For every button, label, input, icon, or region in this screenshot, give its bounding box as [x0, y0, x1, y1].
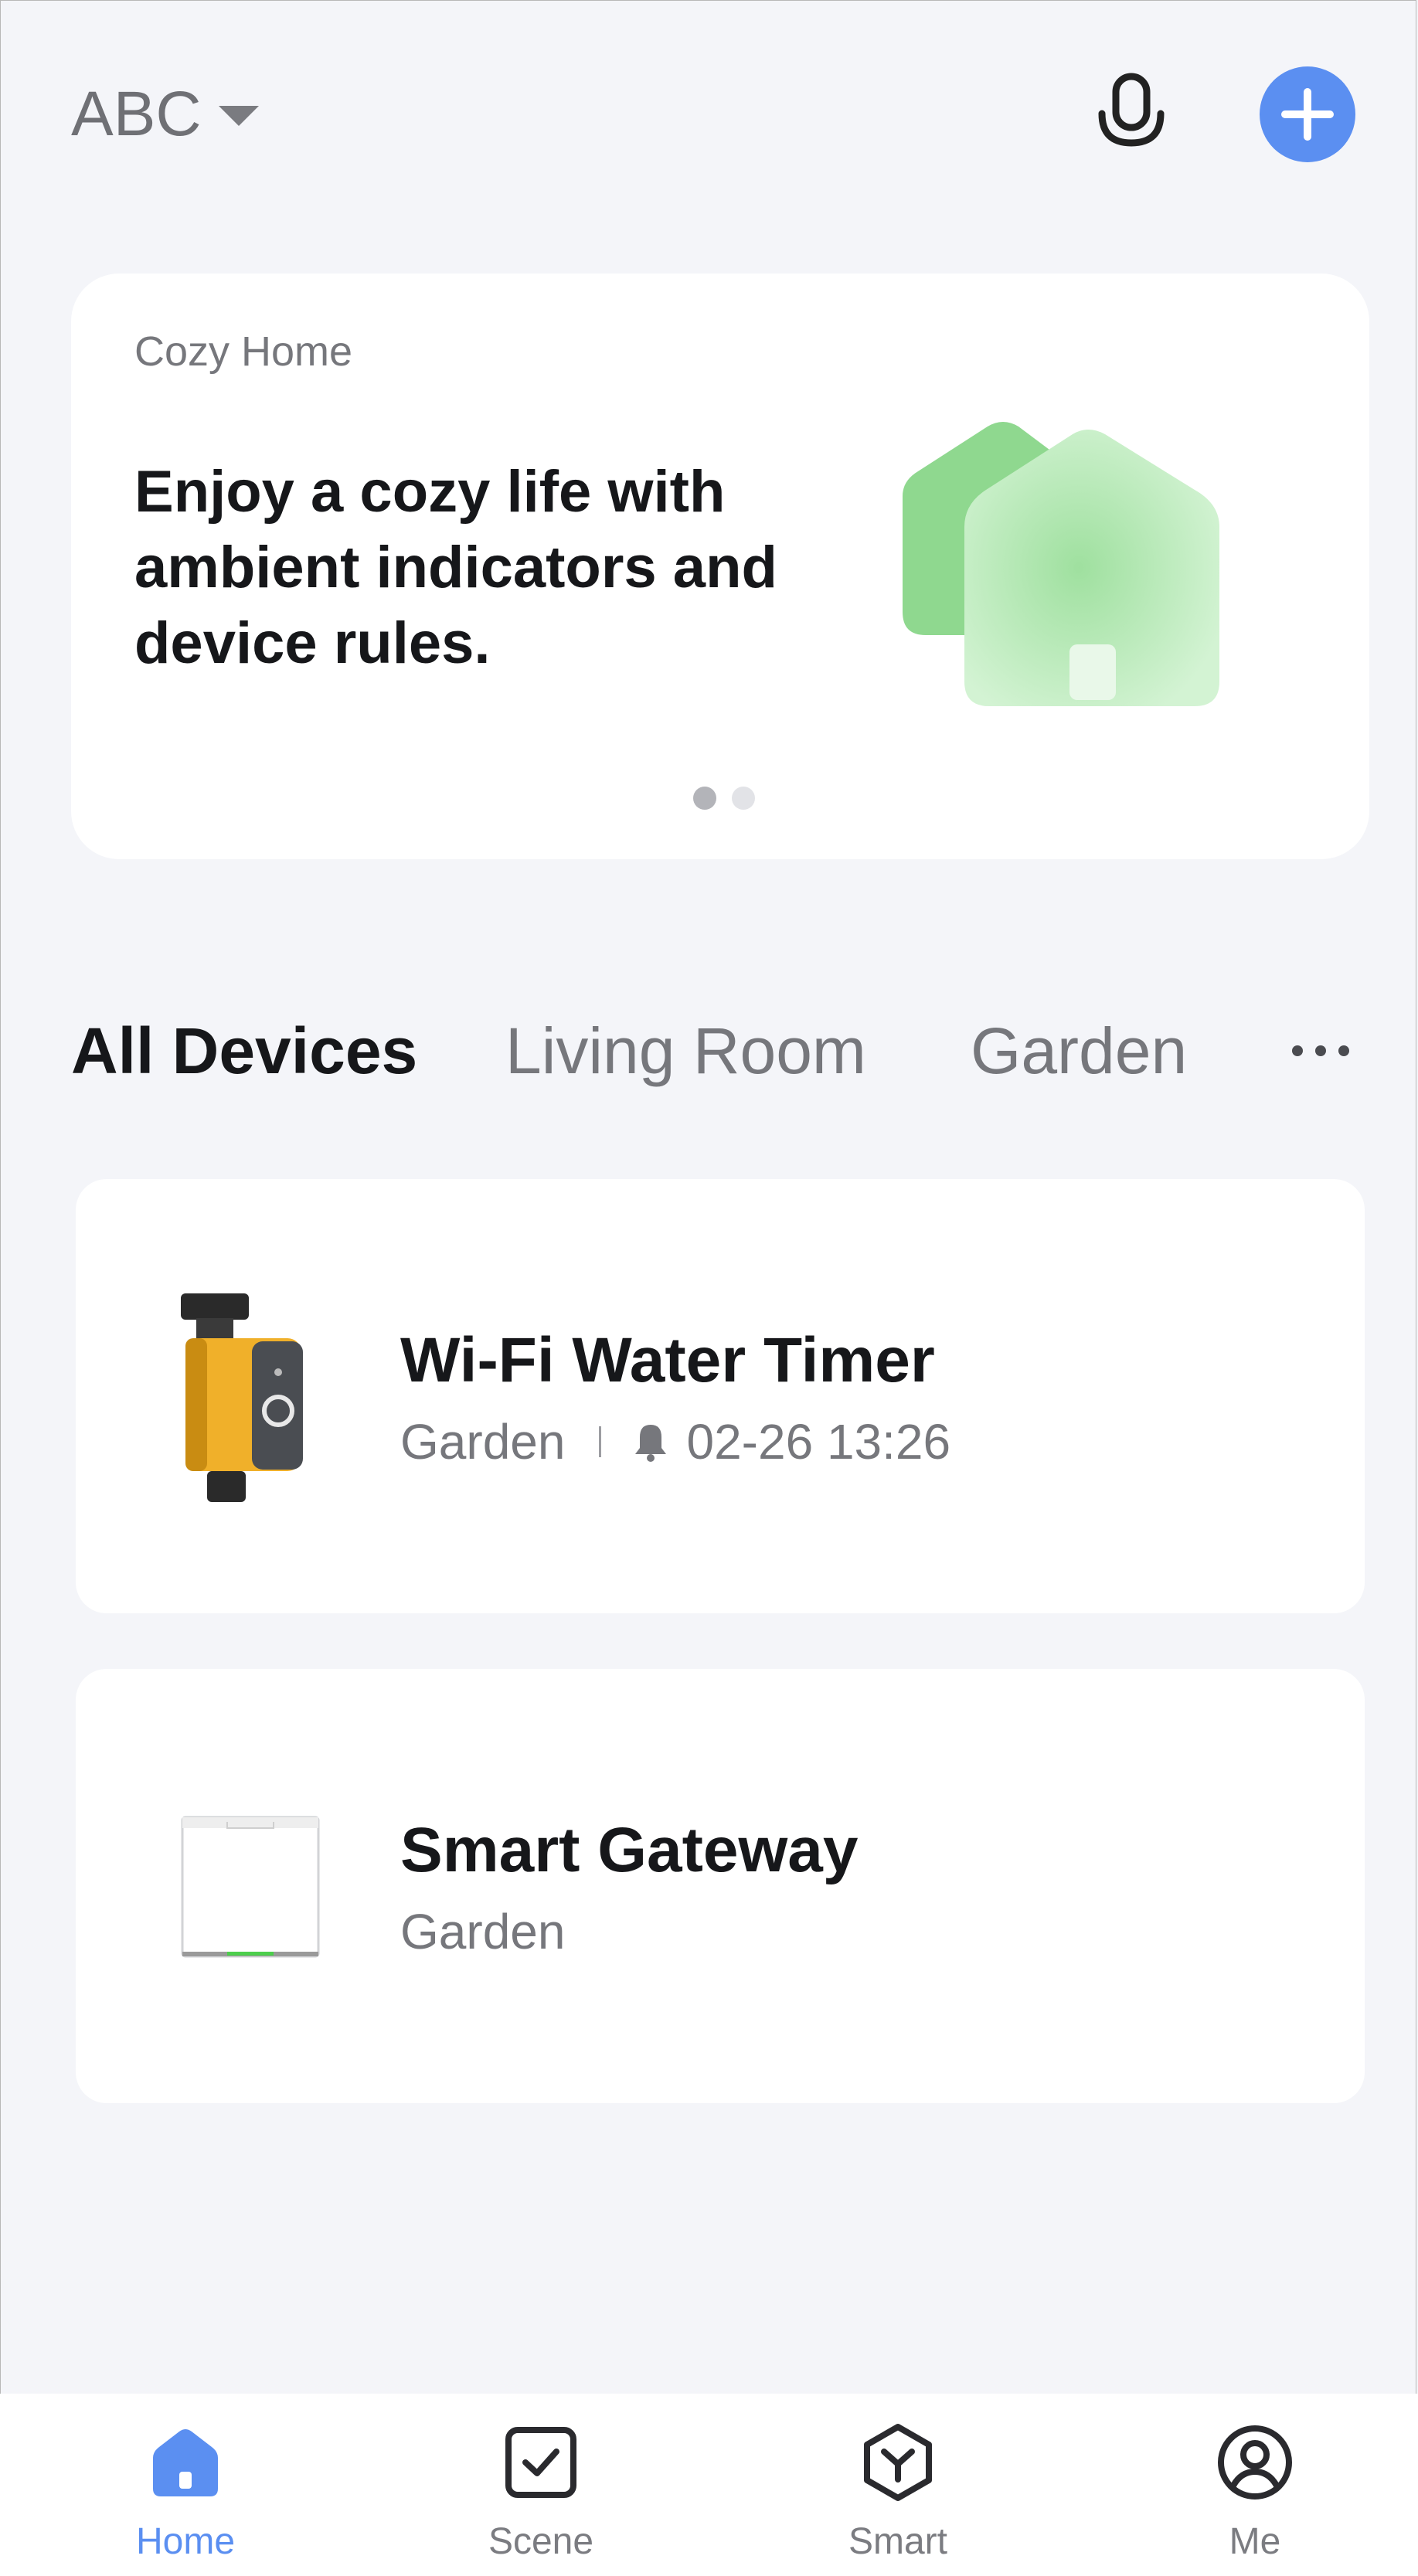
nav-label: Me: [1229, 2521, 1281, 2562]
room-tabs: All Devices Living Room Garden: [71, 1004, 1377, 1097]
page-dot-1[interactable]: [693, 787, 716, 810]
meta-divider: [599, 1426, 602, 1457]
device-card-water-timer[interactable]: Wi-Fi Water Timer Garden 02-26 13:26: [76, 1179, 1365, 1613]
device-room: Garden: [400, 1414, 566, 1470]
home-name: ABC: [71, 79, 202, 149]
nav-label: Smart: [848, 2521, 947, 2562]
promo-banner[interactable]: Cozy Home Enjoy a cozy life with ambient…: [71, 274, 1369, 859]
home-selector[interactable]: ABC: [71, 77, 259, 151]
microphone-icon: [1098, 73, 1165, 147]
bell-icon: [632, 1422, 669, 1462]
page-dot-2[interactable]: [732, 787, 755, 810]
device-name: Smart Gateway: [400, 1815, 859, 1885]
banner-eyebrow: Cozy Home: [134, 328, 353, 375]
device-card-smart-gateway[interactable]: Smart Gateway Garden: [76, 1669, 1365, 2103]
device-room: Garden: [400, 1904, 566, 1959]
nav-scene[interactable]: Scene: [448, 2420, 634, 2574]
device-name: Wi-Fi Water Timer: [400, 1325, 935, 1395]
scene-checkbox-icon: [498, 2420, 583, 2505]
nav-label: Scene: [488, 2521, 594, 2562]
gateway-device: [181, 1816, 320, 1958]
nav-me[interactable]: Me: [1162, 2420, 1348, 2574]
nav-home[interactable]: Home: [93, 2420, 278, 2574]
tab-all-devices[interactable]: All Devices: [71, 1004, 417, 1097]
tab-garden[interactable]: Garden: [971, 1004, 1187, 1097]
banner-headline: Enjoy a cozy life with ambient indicator…: [134, 459, 777, 676]
nav-smart[interactable]: Smart: [805, 2420, 991, 2574]
water-timer-device: [181, 1293, 303, 1502]
green-houses-illustration: [903, 422, 1219, 706]
smart-hexagon-icon: [855, 2420, 940, 2505]
bottom-nav: Home Scene Smart Me: [0, 2394, 1418, 2576]
more-dots-icon[interactable]: [1270, 1004, 1371, 1097]
home-icon: [143, 2420, 228, 2505]
tab-living-room[interactable]: Living Room: [505, 1004, 866, 1097]
alarm-time: 02-26 13:26: [686, 1414, 951, 1470]
caret-down-icon: [218, 106, 259, 126]
device-meta: Garden: [400, 1901, 565, 1963]
profile-icon: [1212, 2420, 1297, 2505]
plus-icon: [1281, 88, 1334, 141]
voice-button[interactable]: [1088, 66, 1175, 162]
nav-label: Home: [135, 2521, 236, 2562]
device-meta: Garden 02-26 13:26: [400, 1411, 950, 1473]
add-device-button[interactable]: [1260, 66, 1355, 162]
banner-pagination[interactable]: [71, 787, 1369, 810]
